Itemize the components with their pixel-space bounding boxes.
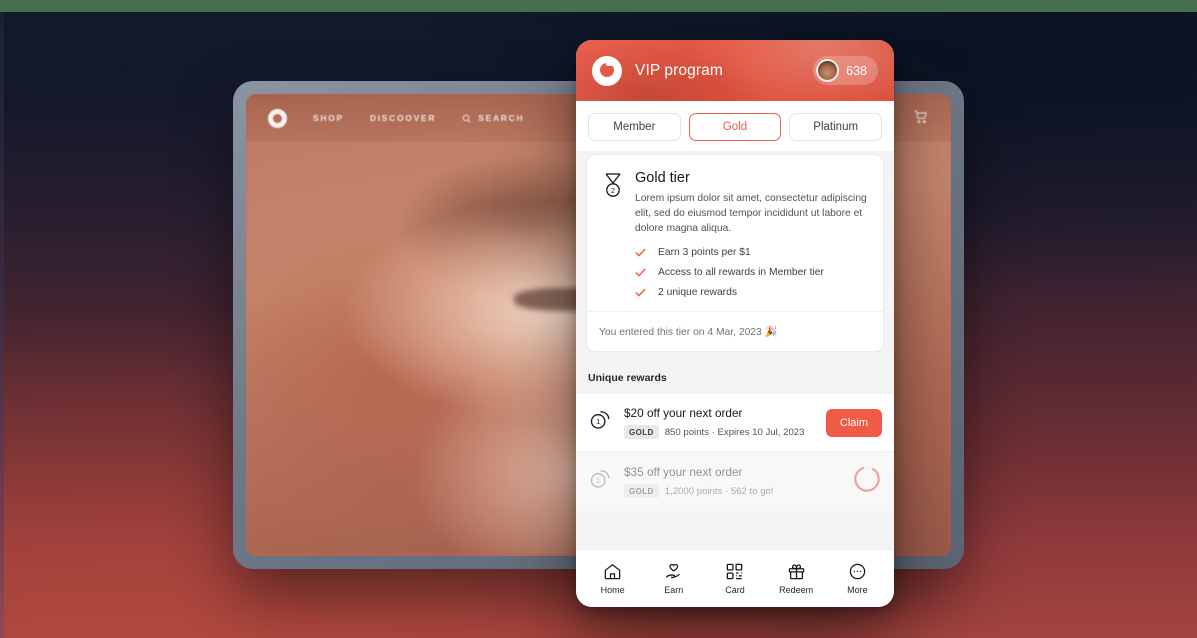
perk-label: Earn 3 points per $1 xyxy=(658,247,751,259)
tier-card: 2 Gold tier Lorem ipsum dolor sit amet, … xyxy=(586,154,884,353)
reward-meta: GOLD 850 points · Expires 10 Jul, 2023 xyxy=(624,425,814,440)
check-icon xyxy=(635,268,646,278)
reward-details: $35 off your next order GOLD 1,2000 poin… xyxy=(624,465,840,499)
perk-item: Access to all rewards in Member tier xyxy=(635,267,868,278)
nav-label: Earn xyxy=(664,585,684,595)
coins-icon: 1 xyxy=(588,409,612,436)
tablet-search-label: SEARCH xyxy=(478,113,525,123)
tier-name: Gold tier xyxy=(635,170,690,186)
bottom-navigation: Home Earn Card Redeem More xyxy=(576,549,894,607)
reward-meta: GOLD 1,2000 points · 562 to go! xyxy=(624,484,840,499)
perk-label: Access to all rewards in Member tier xyxy=(658,267,824,279)
more-circle-icon xyxy=(849,563,866,580)
tier-tabs: Member Gold Platinum xyxy=(576,101,894,151)
avatar[interactable] xyxy=(816,59,840,82)
brand-circle-logo-icon xyxy=(268,108,287,128)
nav-label: Redeem xyxy=(779,585,814,595)
gift-icon xyxy=(788,564,804,580)
reward-tier-badge: GOLD xyxy=(624,425,659,440)
points-badge[interactable]: 638 xyxy=(813,56,878,85)
app-body: Member Gold Platinum 2 Gold tier Lorem i… xyxy=(576,101,894,549)
qr-code-icon xyxy=(727,563,743,580)
tier-card-text: Gold tier Lorem ipsum dolor sit amet, co… xyxy=(635,170,868,298)
reward-name: $35 off your next order xyxy=(624,465,743,480)
nav-item-card[interactable]: Card xyxy=(708,562,762,595)
points-value: 638 xyxy=(846,63,867,78)
reward-meta-text: 1,2000 points · 562 to go! xyxy=(664,485,774,497)
top-accent-strip xyxy=(0,0,1197,12)
check-icon xyxy=(635,288,646,298)
reward-tier-badge: GOLD xyxy=(624,484,659,499)
nav-item-earn[interactable]: Earn xyxy=(647,562,701,595)
nav-item-home[interactable]: Home xyxy=(586,562,640,595)
reward-details: $20 off your next order GOLD 850 points … xyxy=(624,406,814,440)
left-edge-strip xyxy=(0,12,4,638)
reward-row[interactable]: 1 $20 off your next order GOLD 850 point… xyxy=(576,393,894,452)
progress-ring-icon xyxy=(852,464,882,499)
reward-name: $20 off your next order xyxy=(624,406,743,421)
tier-card-content: 2 Gold tier Lorem ipsum dolor sit amet, … xyxy=(587,155,883,311)
hand-heart-icon xyxy=(666,563,681,579)
svg-text:1: 1 xyxy=(596,418,600,427)
home-icon xyxy=(604,563,621,580)
brand-circle-logo-icon xyxy=(592,55,622,86)
medal-icon: 2 xyxy=(602,172,624,298)
tier-entry-date: You entered this tier on 4 Mar, 2023 🎉 xyxy=(587,311,883,351)
tablet-search[interactable]: SEARCH xyxy=(462,113,524,123)
perk-list: Earn 3 points per $1 Access to all rewar… xyxy=(635,247,868,298)
shopping-cart-icon[interactable] xyxy=(913,109,929,127)
nav-label: Card xyxy=(725,585,745,595)
check-icon xyxy=(635,248,646,258)
claim-button[interactable]: Claim xyxy=(825,408,882,437)
app-header: VIP program 638 xyxy=(576,40,894,101)
tablet-nav-item-discover[interactable]: DISCOOVER xyxy=(370,113,436,123)
svg-text:1: 1 xyxy=(596,477,600,486)
perk-item: 2 unique rewards xyxy=(635,287,868,298)
search-icon xyxy=(462,114,471,123)
rewards-section-title: Unique rewards xyxy=(576,352,894,394)
nav-label: Home xyxy=(600,585,625,595)
coins-icon: 1 xyxy=(588,468,612,495)
reward-meta-text: 850 points · Expires 10 Jul, 2023 xyxy=(664,426,805,438)
tab-gold[interactable]: Gold xyxy=(688,113,782,141)
nav-item-more[interactable]: More xyxy=(830,562,884,595)
perk-item: Earn 3 points per $1 xyxy=(635,247,868,258)
reward-row[interactable]: 1 $35 off your next order GOLD 1,2000 po… xyxy=(576,451,894,512)
phone-app-window: VIP program 638 Member Gold Platinum 2 G… xyxy=(576,40,894,607)
tab-member[interactable]: Member xyxy=(588,113,681,141)
tablet-nav-item-shop[interactable]: SHOP xyxy=(313,113,344,123)
nav-label: More xyxy=(847,585,868,595)
svg-text:2: 2 xyxy=(611,188,615,195)
nav-item-redeem[interactable]: Redeem xyxy=(769,562,823,595)
tier-description: Lorem ipsum dolor sit amet, consectetur … xyxy=(635,193,867,235)
tab-platinum[interactable]: Platinum xyxy=(789,113,883,141)
perk-label: 2 unique rewards xyxy=(658,287,737,299)
page-title: VIP program xyxy=(635,61,723,79)
